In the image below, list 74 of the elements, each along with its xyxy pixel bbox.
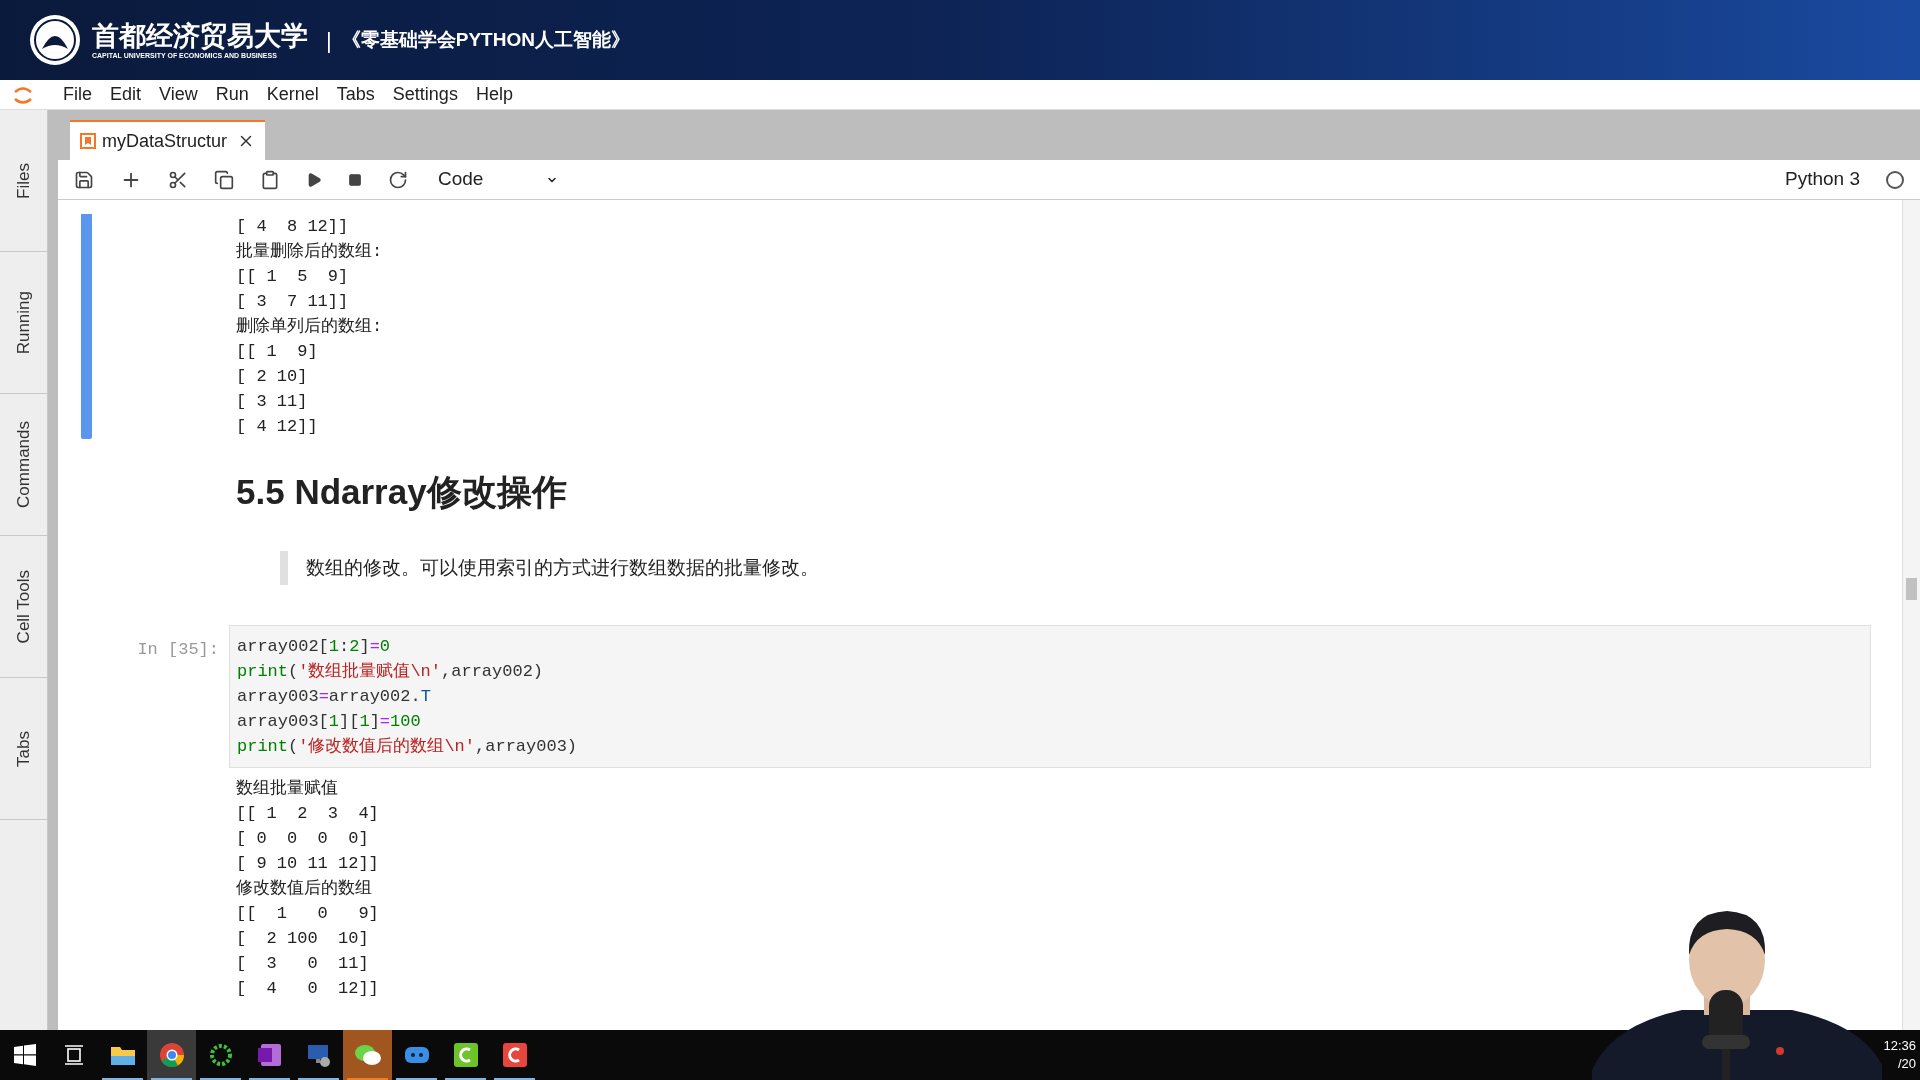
- save-icon[interactable]: [74, 169, 94, 190]
- cell-type-dropdown[interactable]: Code: [438, 165, 558, 194]
- browser-icon: [158, 1042, 185, 1068]
- folder-icon: [109, 1044, 136, 1066]
- cell-prompt: In [35]:: [137, 639, 219, 661]
- menu-item[interactable]: Help: [466, 81, 522, 108]
- output-line: [ 3 0 11]: [236, 953, 370, 975]
- quote-text: 数组的修改。可以使用索引的方式进行数组数据的批量修改。: [306, 555, 819, 580]
- cut-icon[interactable]: [168, 169, 188, 190]
- code-line: print('数组批量赋值\n',array002): [237, 661, 545, 683]
- menu-item[interactable]: Kernel: [257, 81, 328, 108]
- quote-bar: [280, 551, 288, 585]
- scrollbar[interactable]: [1902, 200, 1920, 1030]
- output-line: [ 4 0 12]]: [236, 978, 380, 1000]
- sidebar-tab[interactable]: Files: [0, 110, 47, 252]
- tab-title: myDataStructur: [102, 129, 228, 153]
- output-line: [ 2 10]: [236, 366, 309, 388]
- menu-item[interactable]: Tabs: [327, 81, 384, 108]
- play-icon[interactable]: [306, 171, 322, 188]
- output-line: 数组批量赋值: [236, 778, 339, 800]
- code-editor[interactable]: array002[1:2]=0 print('数组批量赋值\n',array002) array003=array002.T array003[1][1]=100 print('修改数值后的数组\n',array003): [229, 625, 1871, 768]
- monitor-icon: [305, 1042, 332, 1068]
- output-line: 删除单列后的数组:: [236, 316, 383, 338]
- scrollbar-thumb[interactable]: [1906, 578, 1917, 600]
- output-line: [ 3 11]: [236, 391, 309, 413]
- output-line: [[ 1 0 9]: [236, 903, 380, 925]
- notebook-tab[interactable]: myDataStructur: [70, 120, 266, 160]
- university-logo-icon: [28, 13, 82, 67]
- kernel-status-icon: [1886, 170, 1904, 189]
- output-line: [ 4 8 12]]: [236, 216, 350, 238]
- output-line: [[ 1 9]: [236, 341, 319, 363]
- notebook-icon: [80, 133, 96, 149]
- output-line: [[ 1 5 9]: [236, 266, 350, 288]
- code-line: array003=array002.T: [237, 686, 432, 708]
- output-line: 批量删除后的数组:: [236, 241, 383, 263]
- notebook-icon: [256, 1042, 283, 1068]
- app-icon: [502, 1043, 527, 1067]
- section-heading: 5.5 Ndarray修改操作: [236, 472, 567, 511]
- output-line: [ 0 0 0 0]: [236, 828, 370, 850]
- menu-item[interactable]: View: [150, 81, 207, 108]
- app-icon: [403, 1044, 430, 1066]
- app-icon: [453, 1043, 478, 1067]
- output-line: [ 4 12]]: [236, 416, 319, 438]
- output-line: [ 2 100 10]: [236, 928, 370, 950]
- stop-icon[interactable]: [348, 172, 362, 187]
- sidebar-tab[interactable]: Commands: [0, 394, 47, 536]
- taskbar-button[interactable]: [147, 1030, 196, 1080]
- code-line: print('修改数值后的数组\n',array003): [237, 736, 579, 758]
- course-title: 《零基础学会PYTHON人工智能》: [341, 27, 630, 52]
- menu-item[interactable]: File: [54, 81, 101, 108]
- menu-item[interactable]: Settings: [383, 81, 467, 108]
- university-name: 首都经济贸易大学: [92, 20, 308, 51]
- sidebar-tab[interactable]: Tabs: [0, 678, 47, 820]
- refresh-icon[interactable]: [388, 169, 408, 190]
- output-line: 修改数值后的数组: [236, 878, 373, 900]
- menu-item[interactable]: Run: [206, 81, 258, 108]
- ring-icon: [207, 1042, 234, 1068]
- copy-icon[interactable]: [214, 169, 234, 190]
- paste-icon[interactable]: [260, 169, 280, 190]
- sidebar-tab[interactable]: Cell Tools: [0, 536, 47, 678]
- code-line: array003[1][1]=100: [237, 711, 422, 733]
- task-view-icon: [62, 1045, 85, 1065]
- windows-icon: [13, 1044, 36, 1066]
- taskbar-date: /20: [1897, 1055, 1916, 1073]
- output-line: [[ 1 2 3 4]: [236, 803, 380, 825]
- chat-icon: [353, 1043, 382, 1067]
- menu-item[interactable]: Edit: [101, 81, 151, 108]
- sidebar-tab[interactable]: Running: [0, 252, 47, 394]
- code-line: array002[1:2]=0: [237, 636, 392, 658]
- banner-separator: |: [326, 26, 332, 55]
- output-line: [ 3 7 11]]: [236, 291, 350, 313]
- taskbar-clock: 12:36: [1883, 1037, 1916, 1055]
- output-line: [ 9 10 11 12]]: [236, 853, 380, 875]
- kernel-name: Python 3: [1785, 167, 1860, 192]
